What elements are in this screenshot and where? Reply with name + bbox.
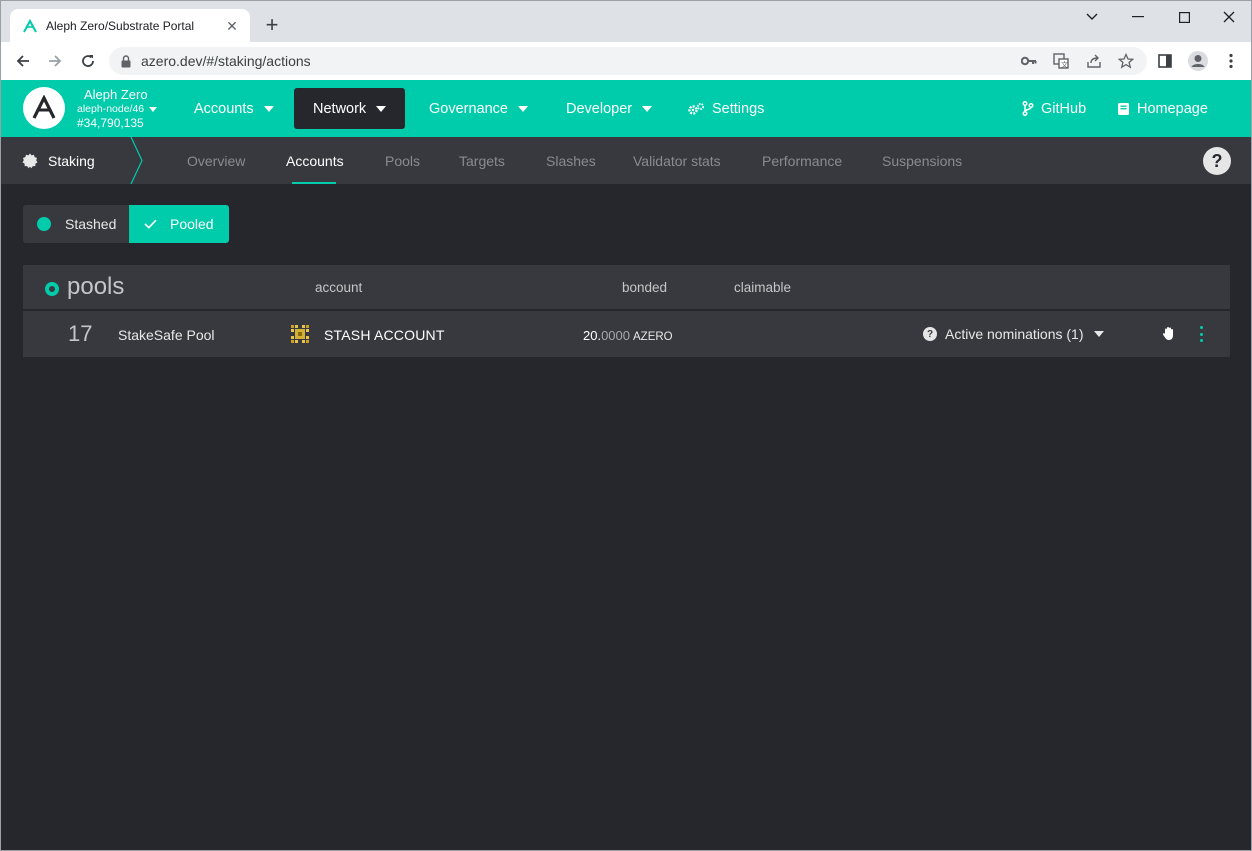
aleph-zero-favicon-icon: [23, 18, 37, 33]
browser-menu-icon[interactable]: [1219, 49, 1243, 73]
chevron-down-icon: [376, 105, 387, 112]
svg-text:文: 文: [1061, 60, 1068, 69]
menu-homepage[interactable]: Homepage: [1098, 88, 1227, 129]
block-number: #34,790,135: [77, 116, 144, 130]
menu-accounts-label: Accounts: [194, 100, 254, 117]
profile-avatar-icon[interactable]: [1186, 49, 1210, 73]
table-row: 17 StakeSafe Pool STASH ACCOUNT 20.0000 A…: [23, 311, 1230, 357]
minimize-icon[interactable]: [1115, 1, 1161, 33]
chevron-down-icon: [1093, 331, 1104, 337]
new-tab-icon[interactable]: +: [261, 13, 283, 37]
tab-validator-stats[interactable]: Validator stats: [633, 137, 721, 184]
menu-governance-label: Governance: [429, 100, 508, 117]
address-bar[interactable]: azero.dev/#/staking/actions: [109, 47, 1147, 75]
code-branch-icon: [1022, 101, 1034, 116]
chain-selector[interactable]: Aleph Zero aleph-node/46 #34,790,135: [77, 87, 158, 130]
key-icon[interactable]: [1019, 51, 1039, 71]
pools-table-header: pools account bonded claimable: [23, 265, 1230, 309]
stashed-label: Stashed: [65, 216, 117, 232]
question-icon: ?: [923, 327, 937, 341]
browser-tabstrip: Aleph Zero/Substrate Portal ✕ +: [0, 0, 1252, 43]
bonded-unit: AZERO: [633, 331, 673, 343]
tab-suspensions[interactable]: Suspensions: [882, 137, 962, 184]
bonded-fraction: 0000: [601, 328, 630, 343]
top-nav: Aleph Zero aleph-node/46 #34,790,135 Acc…: [1, 80, 1251, 137]
close-window-icon[interactable]: [1206, 1, 1252, 33]
tab-slashes[interactable]: Slashes: [546, 137, 596, 184]
bonded-amount: 20.0000 AZERO: [583, 328, 673, 343]
tab-search-icon[interactable]: [1069, 1, 1115, 33]
tab-title: Aleph Zero/Substrate Portal: [46, 19, 195, 33]
reload-icon[interactable]: [76, 49, 100, 73]
tab-close-icon[interactable]: ✕: [224, 18, 240, 35]
pools-title: pools: [45, 273, 124, 301]
forward-icon[interactable]: [43, 49, 67, 73]
translate-icon[interactable]: 文: [1051, 51, 1071, 71]
chevron-down-icon: [149, 106, 158, 112]
hand-paper-icon[interactable]: [1161, 325, 1177, 341]
aleph-zero-logo[interactable]: [23, 87, 65, 129]
help-button[interactable]: ?: [1203, 147, 1231, 175]
tab-performance[interactable]: Performance: [762, 137, 842, 184]
url-text: azero.dev/#/staking/actions: [141, 53, 311, 69]
tab-targets[interactable]: Targets: [459, 137, 505, 184]
menu-developer-label: Developer: [566, 100, 633, 117]
browser-toolbar: azero.dev/#/staking/actions 文: [0, 42, 1252, 80]
pooled-label: Pooled: [170, 216, 214, 232]
chevron-down-icon: [642, 105, 653, 112]
tab-accounts[interactable]: Accounts: [286, 137, 344, 184]
identicon-icon[interactable]: [290, 324, 310, 344]
app: Aleph Zero aleph-node/46 #34,790,135 Acc…: [0, 80, 1252, 851]
menu-github[interactable]: GitHub: [1003, 88, 1105, 129]
certificate-icon: [22, 153, 38, 169]
active-tab-indicator: [292, 182, 336, 184]
tab-overview[interactable]: Overview: [187, 137, 245, 184]
back-icon[interactable]: [11, 49, 35, 73]
maximize-icon[interactable]: [1161, 1, 1207, 33]
section-divider-icon: [130, 137, 143, 184]
chevron-down-icon: [518, 105, 528, 112]
menu-developer[interactable]: Developer: [547, 88, 671, 129]
ring-icon: [45, 282, 59, 296]
cogs-icon: [687, 102, 705, 116]
browser-tab[interactable]: Aleph Zero/Substrate Portal ✕: [10, 9, 250, 43]
staking-subnav: Staking Overview Accounts Pools Targets …: [1, 137, 1251, 184]
pooled-toggle[interactable]: Pooled: [129, 205, 229, 243]
node-version: aleph-node/46: [77, 103, 145, 115]
chain-node: aleph-node/46: [77, 102, 158, 116]
side-panel-icon[interactable]: [1153, 49, 1177, 73]
tab-pools[interactable]: Pools: [385, 137, 420, 184]
menu-settings[interactable]: Settings: [668, 88, 783, 129]
pool-name: StakeSafe Pool: [118, 327, 215, 343]
chevron-down-icon: [263, 105, 274, 112]
account-name[interactable]: STASH ACCOUNT: [324, 327, 445, 343]
menu-network[interactable]: Network: [294, 88, 405, 129]
share-icon[interactable]: [1084, 51, 1104, 71]
chain-name: Aleph Zero: [84, 87, 148, 102]
menu-accounts[interactable]: Accounts: [175, 88, 293, 129]
section-title[interactable]: Staking: [22, 137, 95, 184]
circle-icon: [37, 217, 51, 231]
check-icon: [144, 219, 157, 229]
menu-network-label: Network: [313, 100, 367, 117]
section-title-label: Staking: [48, 152, 95, 169]
column-header-bonded: bonded: [622, 280, 668, 295]
lock-icon: [121, 54, 131, 67]
nominations-label: Active nominations (1): [945, 326, 1084, 342]
nominations-dropdown[interactable]: ? Active nominations (1): [923, 323, 1104, 345]
menu-governance[interactable]: Governance: [410, 88, 547, 129]
pools-title-label: pools: [67, 273, 125, 300]
book-icon: [1117, 102, 1130, 116]
pool-id: 17: [68, 321, 93, 346]
column-header-account: account: [315, 280, 363, 295]
column-header-claimable: claimable: [734, 280, 792, 295]
bonded-integer: 20.: [583, 328, 602, 343]
menu-homepage-label: Homepage: [1137, 100, 1208, 117]
menu-github-label: GitHub: [1041, 100, 1087, 117]
row-menu-icon[interactable]: [1197, 326, 1205, 342]
bookmark-star-icon[interactable]: [1116, 51, 1136, 71]
menu-settings-label: Settings: [712, 100, 765, 117]
stashed-toggle[interactable]: Stashed: [23, 205, 129, 243]
